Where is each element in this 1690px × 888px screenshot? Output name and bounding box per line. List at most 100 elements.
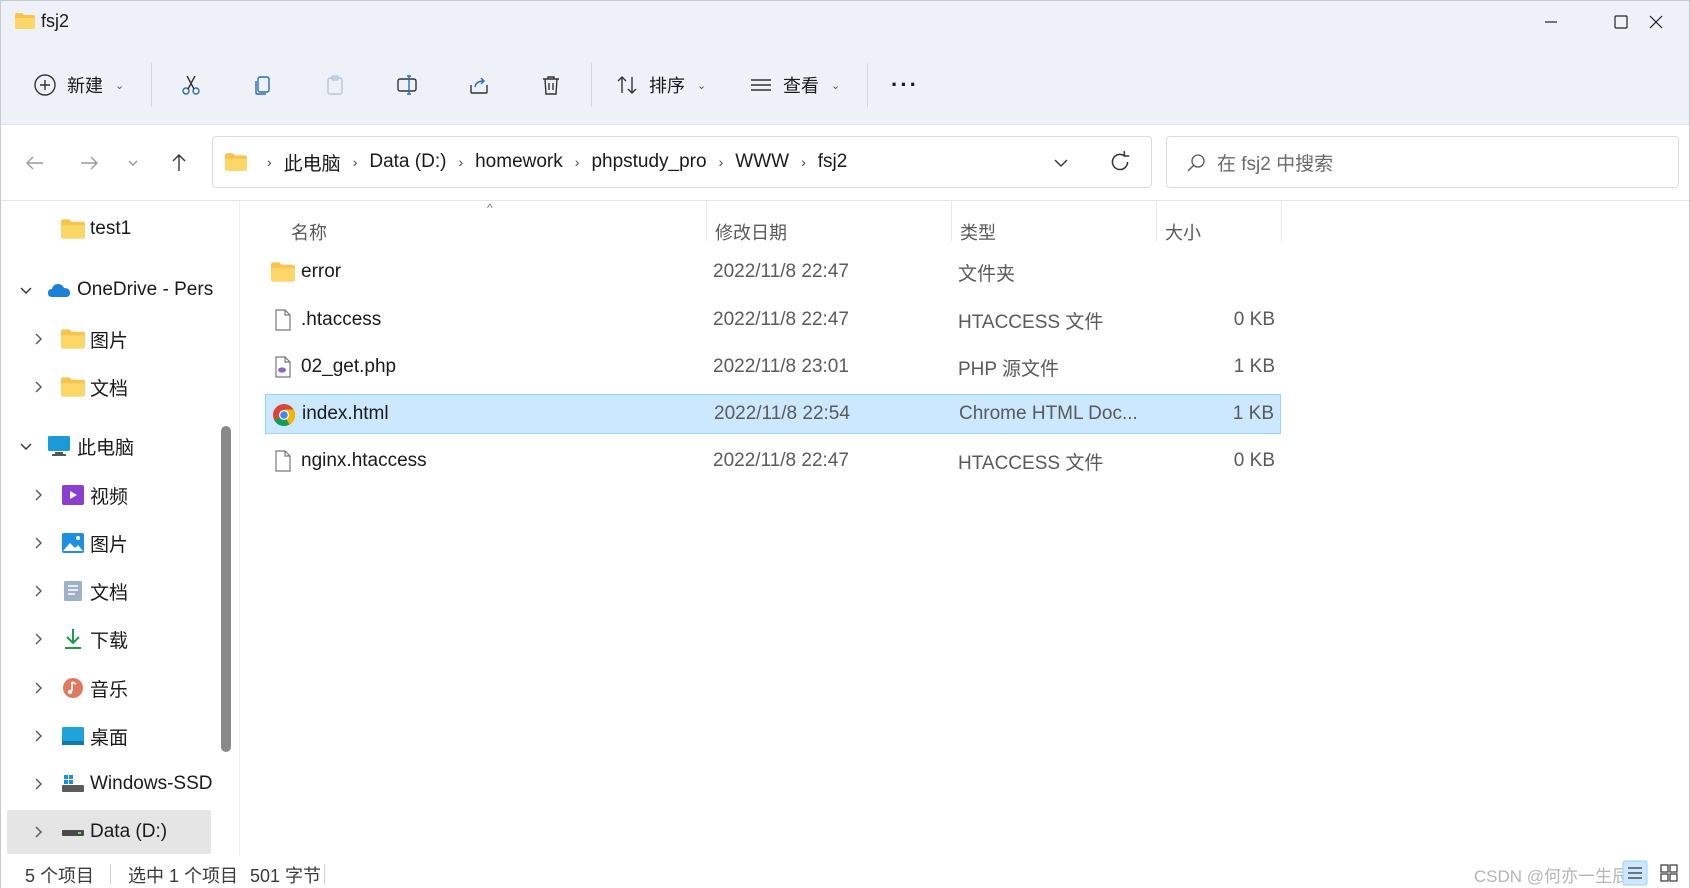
file-date: 2022/11/8 22:47 — [713, 309, 849, 330]
close-button[interactable] — [1621, 1, 1690, 43]
breadcrumb-item[interactable]: phpstudy_pro — [591, 151, 706, 173]
more-options-button[interactable]: ··· — [891, 61, 919, 109]
column-divider[interactable] — [951, 201, 952, 241]
column-divider[interactable] — [706, 201, 707, 241]
navigation-bar: › 此电脑 › Data (D:) › homework › phpstudy_… — [1, 125, 1689, 201]
forward-button[interactable] — [73, 147, 105, 179]
sidebar-item-label: 此电脑 — [77, 437, 135, 459]
file-date: 2022/11/8 23:01 — [713, 356, 849, 377]
onedrive-icon — [48, 284, 70, 297]
scissors-icon — [182, 75, 200, 95]
details-view-icon[interactable] — [1622, 860, 1648, 886]
chevron-down-icon[interactable] — [1049, 151, 1073, 175]
file-row[interactable]: 02_get.php 2022/11/8 23:01 PHP 源文件 1 KB — [265, 347, 1281, 387]
sidebar-item-label: 文档 — [90, 582, 129, 604]
sort-button[interactable]: 排序 ⌄ — [615, 61, 706, 109]
sidebar-item-label: 音乐 — [90, 679, 129, 701]
toolbar-divider — [591, 63, 592, 107]
toolbar-divider — [867, 63, 868, 107]
column-header-type[interactable]: 类型 — [960, 219, 996, 245]
file-icon — [275, 450, 291, 472]
sort-arrows-icon — [617, 76, 637, 94]
sidebar-item-windows-ssd[interactable]: Windows-SSD — [1, 762, 217, 806]
file-row[interactable]: error 2022/11/8 22:47 文件夹 — [265, 252, 1281, 292]
sidebar-item-onedrive-documents[interactable]: 文档 — [1, 365, 217, 409]
sidebar-item-test1[interactable]: test1 — [1, 207, 217, 251]
chevron-right-icon — [35, 682, 42, 694]
chevron-down-icon — [20, 287, 32, 294]
folder-icon — [225, 153, 247, 171]
new-button[interactable]: 新建 ⌄ — [33, 61, 124, 109]
paste-button[interactable] — [323, 61, 347, 109]
file-name: error — [301, 261, 342, 282]
chevron-down-icon: ⌄ — [831, 79, 841, 92]
refresh-icon[interactable] — [1107, 149, 1133, 175]
sidebar-item-label: OneDrive - Pers — [77, 279, 214, 300]
chevron-down-icon — [20, 443, 32, 450]
chevron-right-icon: › — [718, 154, 724, 170]
sidebar-scrollbar[interactable] — [221, 426, 231, 752]
back-button[interactable] — [19, 147, 51, 179]
chevron-right-icon — [35, 778, 42, 790]
sidebar-item-label: 图片 — [90, 330, 129, 352]
sidebar-item-documents[interactable]: 文档 — [1, 569, 217, 613]
file-type: HTACCESS 文件 — [958, 311, 1104, 333]
breadcrumb-item[interactable]: homework — [475, 151, 563, 173]
address-bar[interactable]: › 此电脑 › Data (D:) › homework › phpstudy_… — [212, 136, 1152, 188]
rename-button[interactable] — [395, 61, 419, 109]
folder-icon — [15, 13, 35, 29]
breadcrumb-item[interactable]: 此电脑 — [284, 149, 341, 176]
column-header-date[interactable]: 修改日期 — [715, 219, 787, 245]
file-list: ^ 名称 修改日期 类型 大小 error 2022/11/8 22:47 文件… — [263, 201, 1690, 856]
file-name: index.html — [302, 403, 389, 424]
file-row[interactable]: nginx.htaccess 2022/11/8 22:47 HTACCESS … — [265, 441, 1281, 481]
chevron-right-icon: › — [267, 154, 272, 170]
search-input[interactable]: 在 fsj2 中搜索 — [1166, 136, 1679, 188]
delete-button[interactable] — [539, 61, 563, 109]
column-header-size[interactable]: 大小 — [1165, 219, 1201, 245]
view-button[interactable]: 查看 ⌄ — [749, 61, 840, 109]
cut-button[interactable] — [179, 61, 203, 109]
chevron-down-icon: ⌄ — [115, 79, 125, 92]
sidebar-item-pictures[interactable]: 图片 — [1, 521, 217, 565]
arrow-right-icon — [81, 156, 98, 170]
sidebar-item-desktop[interactable]: 桌面 — [1, 714, 217, 758]
chevron-right-icon — [35, 489, 42, 501]
file-date: 2022/11/8 22:54 — [714, 403, 850, 424]
sidebar-item-this-pc[interactable]: 此电脑 — [1, 424, 217, 468]
file-row-selected[interactable]: index.html 2022/11/8 22:54 Chrome HTML D… — [265, 394, 1281, 434]
sidebar-item-downloads[interactable]: 下载 — [1, 617, 217, 661]
minimize-button[interactable] — [1516, 1, 1586, 43]
view-lines-icon — [751, 79, 771, 91]
chevron-right-icon: › — [458, 154, 464, 170]
recent-locations-button[interactable] — [117, 147, 149, 179]
breadcrumb-item[interactable]: fsj2 — [818, 151, 848, 173]
sidebar-item-videos[interactable]: 视频 — [1, 473, 217, 517]
status-divider — [324, 864, 325, 884]
sidebar-item-onedrive-pictures[interactable]: 图片 — [1, 317, 217, 361]
column-divider[interactable] — [1281, 201, 1282, 241]
more-icon: ··· — [891, 72, 919, 97]
rename-icon — [397, 75, 417, 95]
clipboard-icon — [327, 75, 343, 95]
chevron-right-icon: › — [352, 154, 358, 170]
chrome-icon — [273, 404, 295, 426]
sidebar-item-onedrive[interactable]: OneDrive - Pers — [1, 268, 217, 312]
column-header-name[interactable]: 名称 — [291, 219, 327, 245]
thumbnail-view-icon[interactable] — [1656, 860, 1682, 886]
breadcrumb-item[interactable]: WWW — [735, 151, 789, 173]
chevron-right-icon — [35, 730, 42, 742]
chevron-right-icon — [35, 537, 42, 549]
copy-button[interactable] — [251, 61, 275, 109]
file-type: Chrome HTML Doc... — [959, 403, 1138, 424]
up-button[interactable] — [163, 147, 195, 179]
share-button[interactable] — [467, 61, 491, 109]
file-row[interactable]: .htaccess 2022/11/8 22:47 HTACCESS 文件 0 … — [265, 300, 1281, 340]
column-divider[interactable] — [1156, 201, 1157, 241]
pane-divider — [239, 201, 240, 856]
file-size: 1 KB — [1233, 356, 1275, 377]
breadcrumb-item[interactable]: Data (D:) — [369, 151, 446, 173]
sidebar-item-music[interactable]: 音乐 — [1, 666, 217, 710]
music-icon — [63, 678, 83, 698]
sidebar-item-data-d[interactable]: Data (D:) — [7, 810, 211, 854]
